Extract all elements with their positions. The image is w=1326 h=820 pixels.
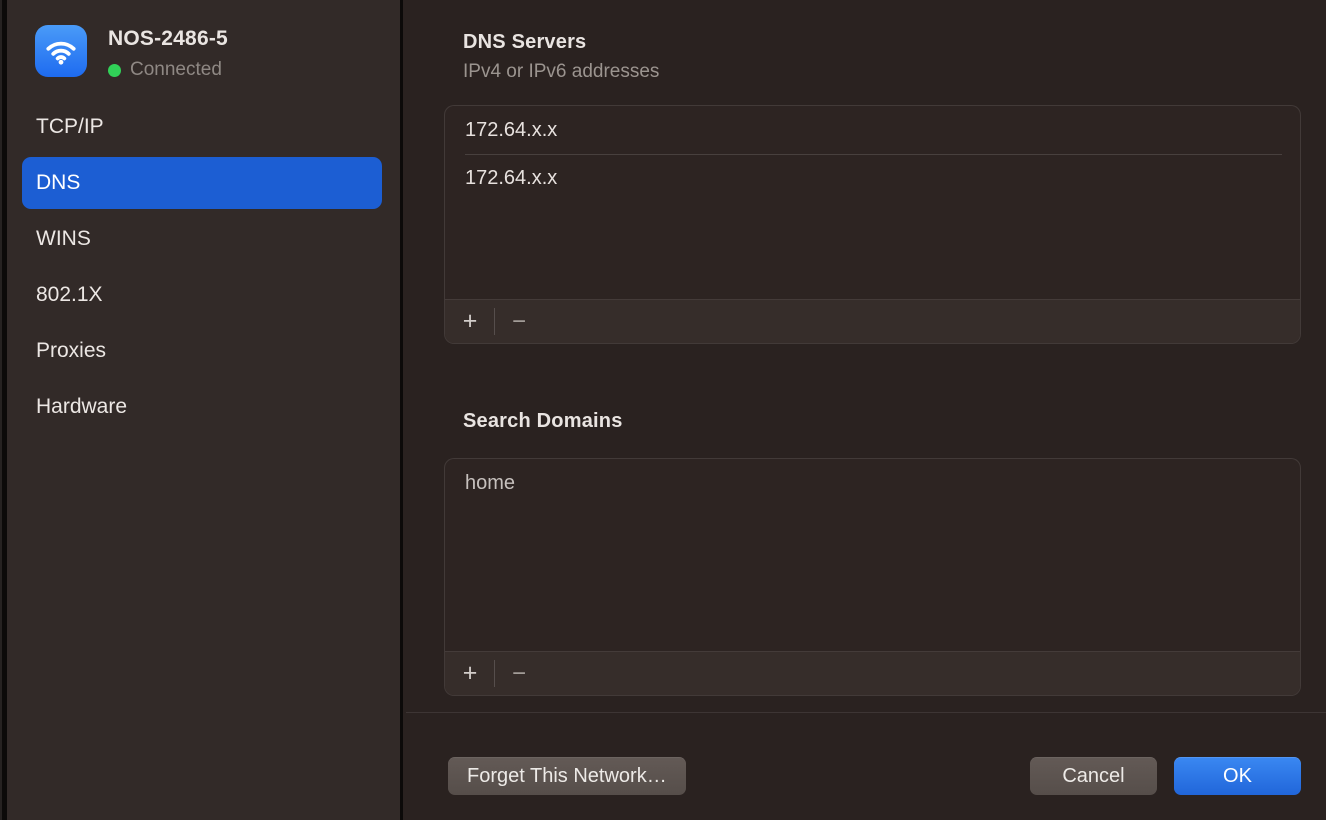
sheet-edge-divider: [0, 0, 7, 820]
dns-servers-list: 172.64.x.x 172.64.x.x + −: [444, 105, 1301, 344]
search-domain-row[interactable]: home: [445, 459, 1300, 507]
dns-servers-rows: 172.64.x.x 172.64.x.x: [445, 106, 1300, 202]
dns-pane: DNS Servers IPv4 or IPv6 addresses 172.6…: [406, 0, 1326, 820]
dns-servers-toolbar: + −: [445, 299, 1300, 343]
footer-divider: [406, 712, 1326, 713]
footer-actions: Cancel OK: [1030, 757, 1301, 795]
dns-servers-subtitle: IPv4 or IPv6 addresses: [463, 61, 659, 83]
add-search-domain-button[interactable]: +: [448, 652, 492, 696]
cancel-label: Cancel: [1062, 765, 1124, 788]
dns-servers-title: DNS Servers: [463, 31, 586, 54]
cancel-button[interactable]: Cancel: [1030, 757, 1157, 795]
sidebar-item-8021x[interactable]: 802.1X: [22, 269, 382, 321]
network-status: Connected: [108, 59, 228, 81]
search-domains-rows: home: [445, 459, 1300, 507]
sidebar-item-dns[interactable]: DNS: [22, 157, 382, 209]
remove-search-domain-button[interactable]: −: [497, 652, 541, 696]
search-domains-title: Search Domains: [463, 410, 623, 433]
sidebar-menu: TCP/IP DNS WINS 802.1X Proxies Hardware: [22, 101, 382, 437]
sidebar: NOS-2486-5 Connected TCP/IP DNS WINS 802…: [0, 0, 403, 820]
connected-status-dot-icon: [108, 64, 121, 77]
add-dns-server-button[interactable]: +: [448, 300, 492, 344]
dns-server-row[interactable]: 172.64.x.x: [445, 106, 1300, 154]
connected-status-label: Connected: [130, 59, 222, 81]
ok-button[interactable]: OK: [1174, 757, 1301, 795]
toolbar-separator: [494, 660, 495, 687]
wifi-details-sheet: NOS-2486-5 Connected TCP/IP DNS WINS 802…: [0, 0, 1326, 820]
sidebar-item-proxies[interactable]: Proxies: [22, 325, 382, 377]
network-meta: NOS-2486-5 Connected: [108, 25, 228, 81]
sidebar-item-wins[interactable]: WINS: [22, 213, 382, 265]
network-name: NOS-2486-5: [108, 27, 228, 51]
network-header: NOS-2486-5 Connected: [35, 25, 228, 81]
search-domains-list: home + −: [444, 458, 1301, 696]
forget-network-label: Forget This Network…: [467, 765, 667, 788]
sidebar-item-tcpip[interactable]: TCP/IP: [22, 101, 382, 153]
sidebar-item-hardware[interactable]: Hardware: [22, 381, 382, 433]
dns-server-row[interactable]: 172.64.x.x: [445, 154, 1300, 202]
remove-dns-server-button[interactable]: −: [497, 300, 541, 344]
forget-network-button[interactable]: Forget This Network…: [448, 757, 686, 795]
wifi-icon: [35, 25, 87, 77]
ok-label: OK: [1223, 765, 1252, 788]
search-domains-toolbar: + −: [445, 651, 1300, 695]
toolbar-separator: [494, 308, 495, 335]
